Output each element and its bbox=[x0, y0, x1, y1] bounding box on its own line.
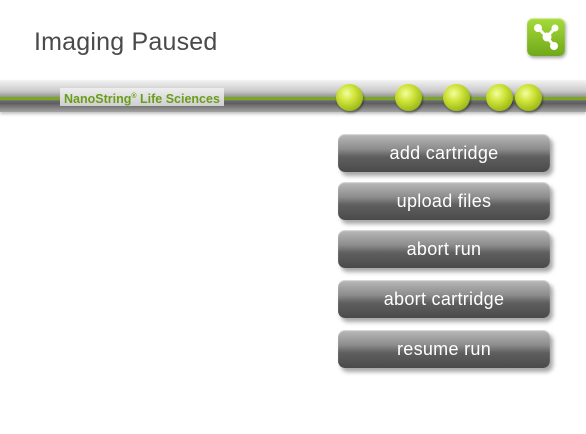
abort-run-button[interactable]: abort run bbox=[338, 230, 550, 268]
brand-name: NanoString bbox=[64, 92, 132, 107]
resume-run-button[interactable]: resume run bbox=[338, 330, 550, 368]
progress-step-2 bbox=[395, 84, 422, 111]
progress-step-5 bbox=[515, 84, 542, 111]
brand-label: NanoString® Life Sciences bbox=[60, 88, 224, 106]
page-title: Imaging Paused bbox=[34, 28, 218, 56]
imaging-paused-screen: Imaging Paused NanoString® Life Sciences… bbox=[0, 0, 586, 434]
add-cartridge-button[interactable]: add cartridge bbox=[338, 134, 550, 172]
brand-suffix: Life Sciences bbox=[136, 92, 220, 107]
upload-files-button[interactable]: upload files bbox=[338, 182, 550, 220]
progress-step-4 bbox=[486, 84, 513, 111]
progress-step-3 bbox=[443, 84, 470, 111]
network-nodes-icon bbox=[534, 24, 559, 50]
progress-step-1 bbox=[336, 84, 363, 111]
abort-cartridge-button[interactable]: abort cartridge bbox=[338, 280, 550, 318]
app-menu-button[interactable] bbox=[527, 18, 565, 56]
